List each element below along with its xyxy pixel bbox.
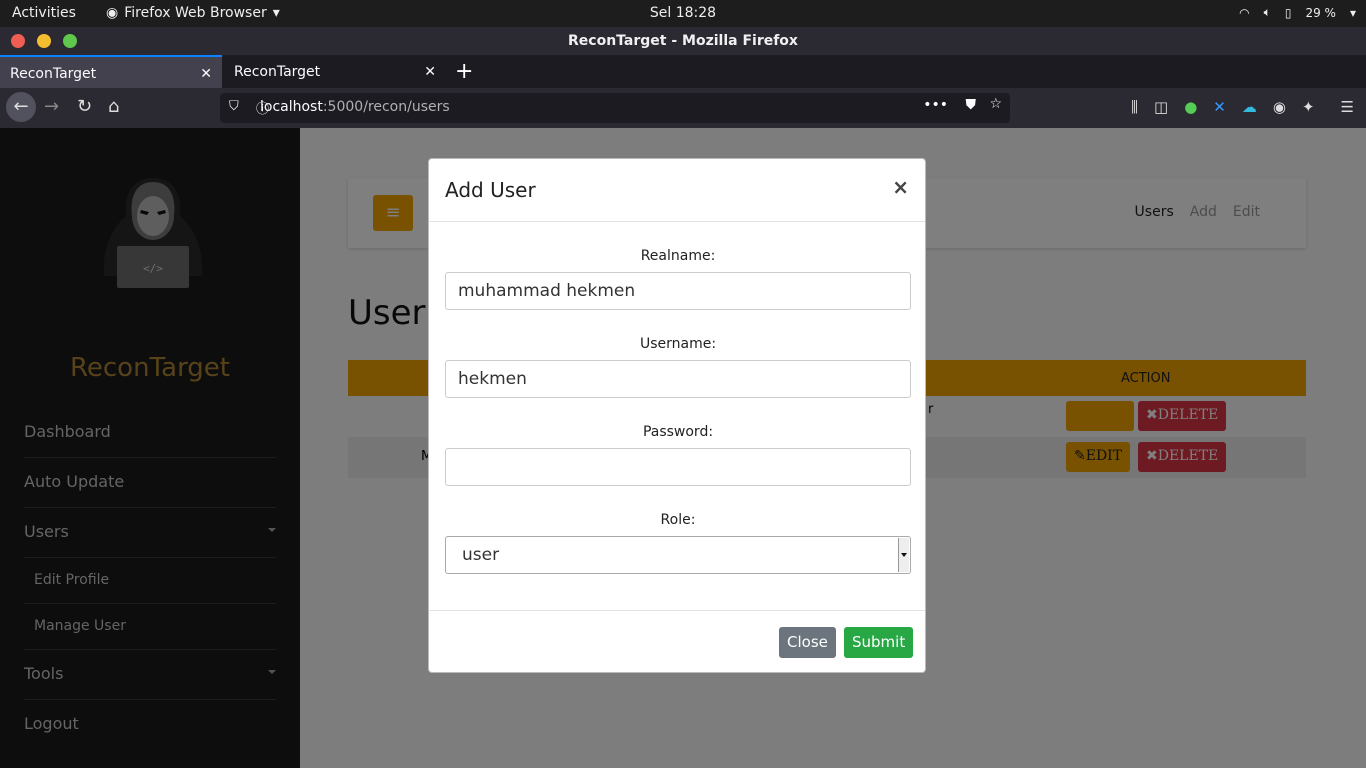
tab-label: ReconTarget <box>234 64 321 80</box>
realname-field[interactable]: muhammad hekmen <box>445 272 911 310</box>
window-title: ReconTarget - Mozilla Firefox <box>568 33 798 49</box>
window-titlebar: ReconTarget - Mozilla Firefox <box>0 27 1366 55</box>
modal-title: Add User <box>445 178 536 202</box>
username-label: Username: <box>639 336 717 352</box>
browser-toolbar: ← → ↻ ⌂ ⛉ ⓘ localhost:5000/recon/users •… <box>0 88 1366 128</box>
page-viewport: </> ReconTarget Dashboard Auto Update Us… <box>0 128 1366 768</box>
password-field[interactable] <box>445 448 911 486</box>
extension-icon[interactable]: ✦ <box>1302 98 1315 116</box>
submit-button[interactable]: Submit <box>844 627 914 658</box>
cloud-icon[interactable]: ☁ <box>1242 98 1257 116</box>
tab-label: ReconTarget <box>10 66 97 82</box>
minimize-window-button[interactable] <box>37 34 51 48</box>
modal-close-icon[interactable]: × <box>892 175 909 199</box>
menu-icon[interactable]: ☰ <box>1341 98 1354 116</box>
url-host: localhost <box>260 99 323 115</box>
clock[interactable]: Sel 18:28 <box>0 5 1366 21</box>
url-path: :5000/recon/users <box>322 99 450 115</box>
battery-percent: 29 % <box>1305 5 1336 20</box>
pocket-icon[interactable]: ⛊ <box>966 97 977 113</box>
username-field[interactable]: hekmen <box>445 360 911 398</box>
shield-icon[interactable]: ⛉ <box>229 99 239 114</box>
more-actions-icon[interactable]: ••• <box>923 97 948 113</box>
modal-body: Realname: muhammad hekmen Username: hekm… <box>445 222 911 574</box>
system-top-bar: Activities ◉ Firefox Web Browser ▾ Sel 1… <box>0 0 1366 27</box>
maximize-window-button[interactable] <box>63 34 77 48</box>
bookmark-star-icon[interactable]: ☆ <box>989 96 1002 112</box>
tab-bar: ReconTarget ✕ ReconTarget ✕ + <box>0 55 1366 88</box>
close-window-button[interactable] <box>11 34 25 48</box>
modal-footer: Close Submit <box>429 610 925 673</box>
library-icon[interactable]: ⫼ <box>1131 98 1138 116</box>
toolbar-extensions: ⫼ ◫ ● ✕ ☁ ◉ ✦ ☰ <box>1131 98 1354 116</box>
back-button[interactable]: ← <box>6 92 36 122</box>
chevron-down-icon: ▾ <box>1349 5 1356 20</box>
home-button[interactable]: ⌂ <box>108 96 119 117</box>
extension-icon[interactable]: ✕ <box>1213 98 1226 116</box>
dropdown-arrow-icon <box>898 538 909 572</box>
volume-icon: 🔈︎ <box>1263 5 1271 19</box>
close-button[interactable]: Close <box>779 627 836 658</box>
close-icon[interactable]: ✕ <box>200 66 212 82</box>
wifi-icon: ◠ <box>1239 5 1250 20</box>
battery-icon: ▯ <box>1284 5 1292 20</box>
forward-button[interactable]: → <box>44 96 59 117</box>
system-tray[interactable]: ◠ 🔈︎ ▯ 29 % ▾ <box>1239 5 1356 20</box>
realname-label: Realname: <box>640 248 716 264</box>
role-select-value: user <box>462 545 500 565</box>
reload-button[interactable]: ↻ <box>77 96 92 117</box>
add-user-modal: Add User × Realname: muhammad hekmen Use… <box>428 158 926 673</box>
role-label: Role: <box>660 512 696 528</box>
modal-header: Add User × <box>429 159 925 222</box>
new-tab-button[interactable]: + <box>455 59 473 84</box>
url-bar[interactable]: ⛉ ⓘ localhost:5000/recon/users ••• ⛊ ☆ <box>220 93 1010 123</box>
info-icon[interactable]: ⓘ <box>256 98 269 117</box>
role-select[interactable]: user <box>445 536 911 574</box>
close-icon[interactable]: ✕ <box>424 64 436 80</box>
password-label: Password: <box>642 424 714 440</box>
account-icon[interactable]: ◉ <box>1273 98 1286 116</box>
browser-tab-active[interactable]: ReconTarget ✕ <box>0 55 222 88</box>
sidebar-icon[interactable]: ◫ <box>1154 98 1168 116</box>
extension-icon[interactable]: ● <box>1184 98 1197 116</box>
browser-tab[interactable]: ReconTarget ✕ <box>224 55 446 88</box>
